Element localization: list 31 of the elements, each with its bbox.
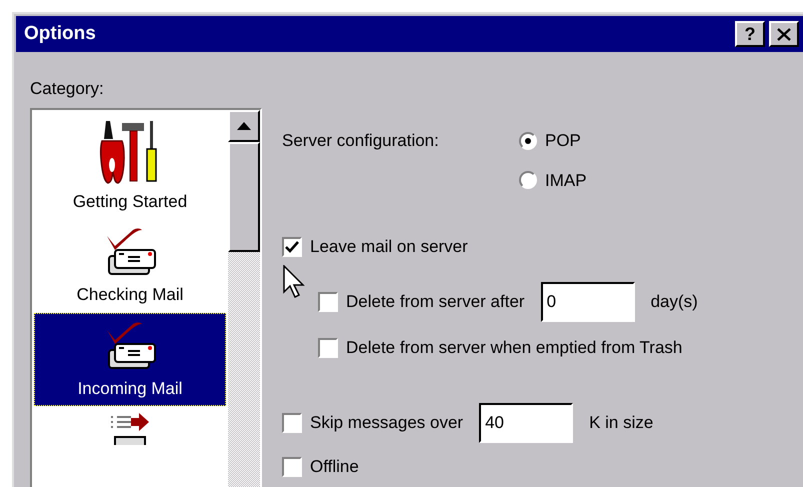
unit-label: K in size [589, 412, 654, 434]
radio-option[interactable]: POP [519, 128, 587, 154]
window-title: Options [24, 22, 96, 46]
up-arrow-icon [237, 122, 251, 130]
checkbox[interactable] [282, 457, 302, 477]
close-icon [777, 28, 791, 40]
help-button[interactable]: ? [735, 21, 765, 47]
checkbox-option[interactable]: Delete from server when emptied from Trash [318, 335, 682, 361]
scroll-thumb[interactable] [228, 142, 260, 252]
scroll-up-button[interactable] [228, 110, 260, 142]
checkbox[interactable] [282, 237, 302, 257]
checkbox-option[interactable]: Offline [282, 454, 359, 480]
radio-option[interactable]: IMAP [519, 168, 587, 193]
close-button[interactable] [769, 21, 799, 47]
category-item[interactable]: Incoming Mail [34, 312, 226, 406]
checkbox[interactable] [318, 338, 338, 358]
category-item[interactable]: Checking Mail [34, 219, 226, 312]
unit-label: day(s) [650, 291, 698, 314]
checkbox-option[interactable]: Skip messages over [282, 410, 464, 436]
category-label: Category: [30, 78, 105, 100]
server-configuration-label: Server configuration: [282, 130, 440, 152]
checkbox[interactable] [282, 413, 302, 433]
radio-button[interactable] [519, 171, 537, 190]
number-field[interactable]: 0 [540, 282, 635, 322]
number-field[interactable]: 40 [479, 403, 574, 443]
mouse-pointer-icon [283, 265, 305, 299]
category-item[interactable]: Getting Started [34, 112, 226, 219]
checkbox-option[interactable]: Delete from server after [318, 289, 525, 315]
checkbox-option[interactable]: Leave mail on server [282, 234, 468, 260]
radio-button[interactable] [519, 132, 537, 150]
checkbox[interactable] [318, 292, 338, 312]
